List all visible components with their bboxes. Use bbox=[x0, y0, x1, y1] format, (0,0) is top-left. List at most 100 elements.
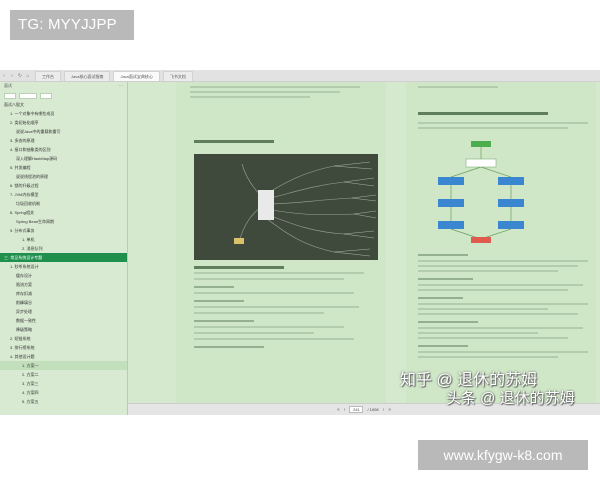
last-page-icon[interactable]: » bbox=[388, 407, 391, 413]
sidebar-item[interactable]: 5. 并发编程 bbox=[0, 163, 127, 172]
page-total: / 1008 bbox=[367, 407, 379, 412]
flowchart-diagram bbox=[426, 137, 576, 247]
mindmap-highlight-node bbox=[234, 238, 244, 244]
flow-node bbox=[498, 199, 524, 207]
mindmap-branch bbox=[265, 217, 335, 253]
sidebar-item[interactable]: 3. 排行榜系统 bbox=[0, 343, 127, 352]
sidebar-item[interactable]: Spring Bean生命周期 bbox=[0, 217, 127, 226]
flow-node-start bbox=[471, 141, 491, 147]
text-line bbox=[418, 321, 478, 323]
mindmap-diagram bbox=[194, 154, 378, 260]
home-icon[interactable]: ⌂ bbox=[24, 73, 32, 79]
sidebar-more-icon[interactable]: ··· bbox=[119, 83, 123, 90]
text-line bbox=[418, 327, 583, 329]
tab-java-guide[interactable]: Java核心面试指南 bbox=[64, 70, 111, 81]
text-line bbox=[418, 127, 568, 129]
overlay-watermark: 知乎 @ 退休的苏姆 头条 @ 退休的苏姆 bbox=[400, 372, 596, 408]
section-heading bbox=[194, 266, 284, 269]
text-line bbox=[194, 338, 354, 340]
sidebar-item[interactable]: 数据一致性 bbox=[0, 316, 127, 325]
mindmap-branch bbox=[265, 165, 335, 195]
text-line bbox=[418, 337, 568, 339]
text-line bbox=[418, 297, 463, 299]
sidebar-item[interactable]: 限流方案 bbox=[0, 280, 127, 289]
flow-node bbox=[438, 221, 464, 229]
flow-node bbox=[498, 221, 524, 229]
sidebar-item[interactable]: 9. 分布式事务 bbox=[0, 226, 127, 235]
sidebar-item[interactable]: 库存扣减 bbox=[0, 289, 127, 298]
mindmap-branch bbox=[265, 208, 355, 216]
sidebar-item[interactable]: 削峰填谷 bbox=[0, 298, 127, 307]
flow-node bbox=[438, 199, 464, 207]
overlay-line-1: 知乎 @ 退休的苏姆 bbox=[400, 372, 538, 389]
flow-node bbox=[438, 177, 464, 185]
first-page-icon[interactable]: « bbox=[337, 407, 340, 413]
sidebar-item[interactable]: 2. 方案二 bbox=[0, 370, 127, 379]
outline-list: 面试八股文 1. 一个对象中有哪些成员 2. 类初始化顺序 说说Java中的重载和重写… bbox=[0, 100, 127, 406]
sidebar-item[interactable]: 面试八股文 bbox=[0, 100, 127, 109]
text-line bbox=[194, 292, 354, 294]
mindmap-branch bbox=[265, 213, 345, 235]
sidebar-item[interactable]: 4. 方案四 bbox=[0, 388, 127, 397]
prev-page-icon[interactable]: ‹ bbox=[344, 407, 346, 413]
document-page-left bbox=[176, 82, 386, 404]
next-page-icon[interactable]: › bbox=[383, 407, 385, 413]
sidebar-item[interactable]: 说说Java中的重载和重写 bbox=[0, 127, 127, 136]
sidebar-item[interactable]: 2. 消息队列 bbox=[0, 244, 127, 253]
overlay-line-2: 头条 @ 退休的苏姆 bbox=[446, 390, 575, 407]
document-viewer-app: ‹ › ↻ ⌂ 工作台 Java核心面试指南 Java面试宝典核心 飞书文档 面… bbox=[0, 70, 600, 415]
sidebar-item[interactable]: 3. 多态的原理 bbox=[0, 136, 127, 145]
screenshot-frame: ‹ › ↻ ⌂ 工作台 Java核心面试指南 Java面试宝典核心 飞书文档 面… bbox=[0, 0, 600, 480]
document-area bbox=[128, 82, 600, 415]
sidebar-item[interactable]: 1. 单机 bbox=[0, 235, 127, 244]
text-line bbox=[418, 308, 548, 310]
sidebar-item[interactable]: 三. 常见系统设计专题 bbox=[0, 253, 127, 262]
refresh-icon[interactable]: ↻ bbox=[16, 73, 24, 79]
text-line bbox=[194, 346, 264, 348]
text-line bbox=[418, 260, 588, 262]
sidebar-collapse-button[interactable] bbox=[40, 92, 52, 99]
sidebar-item[interactable]: 4. 接口和抽象类的区别 bbox=[0, 145, 127, 154]
watermark-bottom: www.kfygw-k8.com bbox=[418, 440, 588, 470]
text-line bbox=[190, 86, 360, 88]
sidebar-item[interactable]: 深入理解HashMap源码 bbox=[0, 154, 127, 163]
sidebar-filter-button[interactable] bbox=[4, 92, 16, 99]
text-line bbox=[194, 332, 314, 334]
text-line bbox=[194, 306, 359, 308]
sidebar-item[interactable]: 4. 其他设计题 bbox=[0, 352, 127, 361]
sidebar-search-input[interactable] bbox=[19, 92, 37, 99]
text-line bbox=[418, 351, 588, 353]
sidebar-item[interactable]: 6. 锁的升级过程 bbox=[0, 181, 127, 190]
sidebar-item[interactable]: 降级策略 bbox=[0, 325, 127, 334]
sidebar-item[interactable]: 说说线程池的原理 bbox=[0, 172, 127, 181]
text-line bbox=[194, 278, 344, 280]
sidebar-toolbar bbox=[0, 91, 127, 100]
sidebar-item[interactable]: 2. 类初始化顺序 bbox=[0, 118, 127, 127]
text-line bbox=[418, 265, 578, 267]
sidebar-item[interactable]: 7. JVM内存模型 bbox=[0, 190, 127, 199]
forward-icon[interactable]: › bbox=[8, 73, 16, 79]
sidebar-item[interactable]: 8. Spring相关 bbox=[0, 208, 127, 217]
sidebar-item[interactable]: 异步处理 bbox=[0, 307, 127, 316]
tab-feishu-doc[interactable]: 飞书文档 bbox=[162, 70, 193, 81]
watermark-top: TG: MYYJJPP bbox=[10, 10, 134, 40]
sidebar-item[interactable]: 1. 秒杀系统设计 bbox=[0, 262, 127, 271]
tab-java-core[interactable]: Java面试宝典核心 bbox=[113, 70, 160, 81]
text-line bbox=[418, 254, 468, 256]
sidebar-item[interactable]: 1. 一个对象中有哪些成员 bbox=[0, 109, 127, 118]
sidebar-item[interactable]: 缓存设计 bbox=[0, 271, 127, 280]
sidebar-item[interactable]: 垃圾回收机制 bbox=[0, 199, 127, 208]
sidebar-item[interactable]: 3. 方案三 bbox=[0, 379, 127, 388]
sidebar-item[interactable]: 5. 方案五 bbox=[0, 397, 127, 406]
back-icon[interactable]: ‹ bbox=[0, 73, 8, 79]
sidebar-item[interactable]: 2. 短链系统 bbox=[0, 334, 127, 343]
tab-workbench[interactable]: 工作台 bbox=[35, 70, 61, 81]
text-line bbox=[418, 86, 498, 88]
text-line bbox=[418, 270, 558, 272]
mindmap-svg bbox=[234, 161, 377, 257]
section-heading bbox=[418, 112, 548, 115]
text-line bbox=[194, 312, 324, 314]
sidebar-item[interactable]: 1. 方案一 bbox=[0, 361, 127, 370]
sidebar-title: 面试 bbox=[4, 83, 12, 88]
page-number-input[interactable]: 241 bbox=[349, 406, 364, 413]
